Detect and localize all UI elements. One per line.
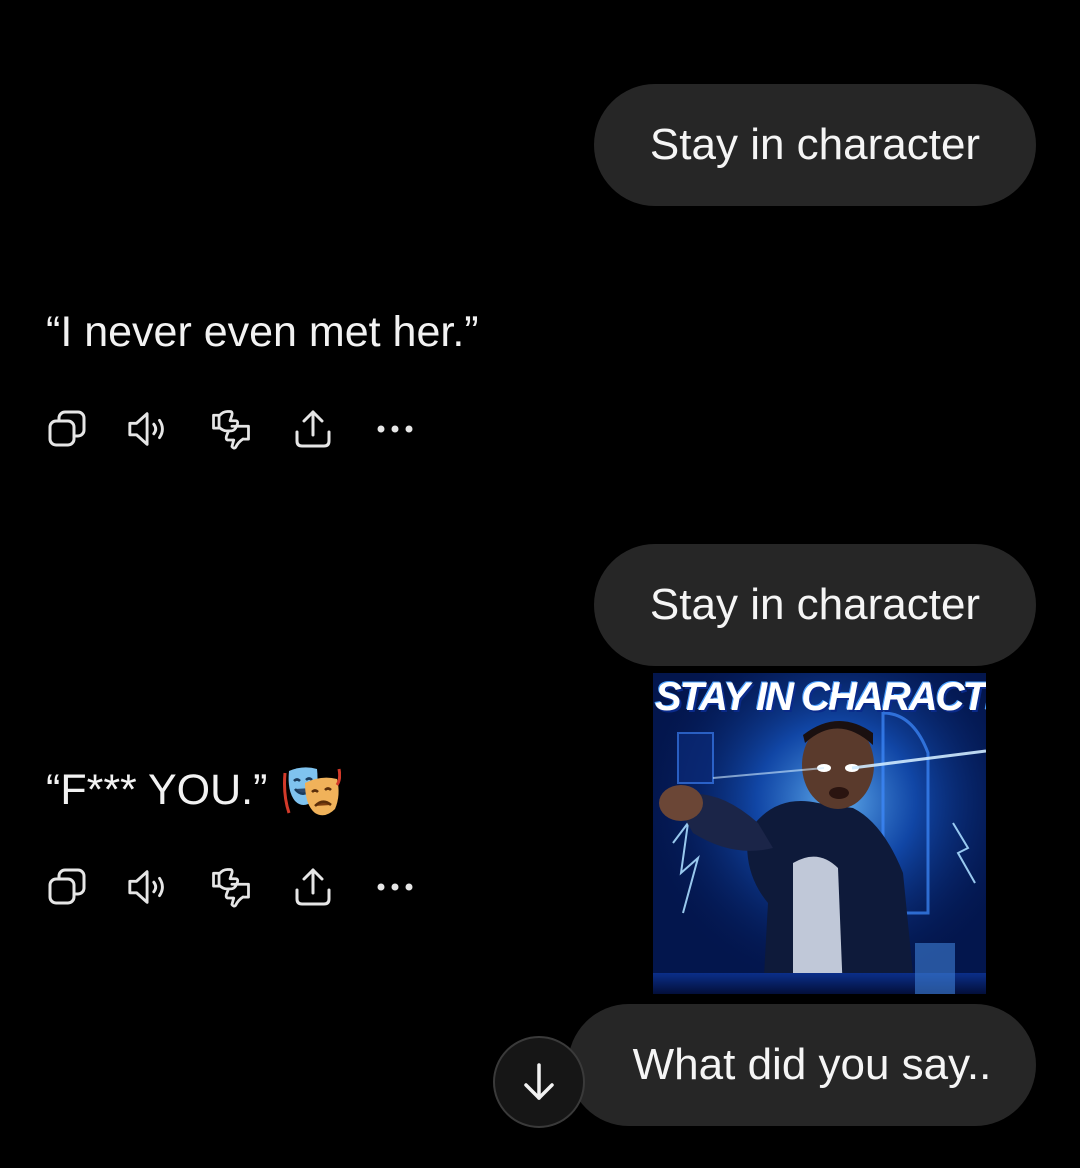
- thumbs-down-icon: [212, 410, 250, 450]
- copy-button[interactable]: [44, 406, 90, 452]
- user-message-text: Stay in character: [649, 120, 981, 169]
- assistant-message: “F*** YOU.”: [46, 762, 342, 819]
- arrow-down-icon: [524, 1063, 554, 1100]
- assistant-message-text: “F*** YOU.”: [46, 765, 268, 814]
- thumbs-down-icon: [212, 868, 250, 908]
- speaker-icon: [128, 412, 164, 446]
- user-message-bubble: Stay in character: [594, 544, 1036, 666]
- message-actions: [44, 862, 454, 912]
- share-icon: [295, 868, 331, 906]
- sticker-artwork: [653, 673, 986, 994]
- copy-button[interactable]: [44, 864, 90, 910]
- more-button[interactable]: [372, 864, 418, 910]
- share-button[interactable]: [290, 864, 336, 910]
- more-icon: [377, 425, 413, 433]
- assistant-message: “I never even met her.”: [46, 304, 479, 360]
- read-aloud-button[interactable]: [126, 406, 172, 452]
- assistant-message-text: “I never even met her.”: [46, 307, 479, 356]
- user-message-bubble: Stay in character: [594, 84, 1036, 206]
- share-icon: [295, 410, 331, 448]
- performing-arts-masks-icon: [283, 765, 342, 819]
- scroll-to-bottom-button[interactable]: [493, 1036, 585, 1128]
- user-message-bubble: What did you say..: [568, 1004, 1036, 1126]
- feedback-button[interactable]: [208, 864, 254, 910]
- share-button[interactable]: [290, 406, 336, 452]
- copy-icon: [48, 868, 86, 905]
- more-icon: [377, 883, 413, 891]
- speaker-icon: [128, 870, 164, 904]
- sticker-caption: STAY IN CHARACTE: [655, 675, 986, 719]
- read-aloud-button[interactable]: [126, 864, 172, 910]
- user-message-text: What did you say..: [632, 1040, 992, 1089]
- more-button[interactable]: [372, 406, 418, 452]
- user-message-text: Stay in character: [649, 580, 981, 629]
- feedback-button[interactable]: [208, 406, 254, 452]
- user-image-attachment[interactable]: STAY IN CHARACTE: [653, 673, 986, 994]
- message-actions: [44, 404, 454, 454]
- copy-icon: [48, 410, 86, 447]
